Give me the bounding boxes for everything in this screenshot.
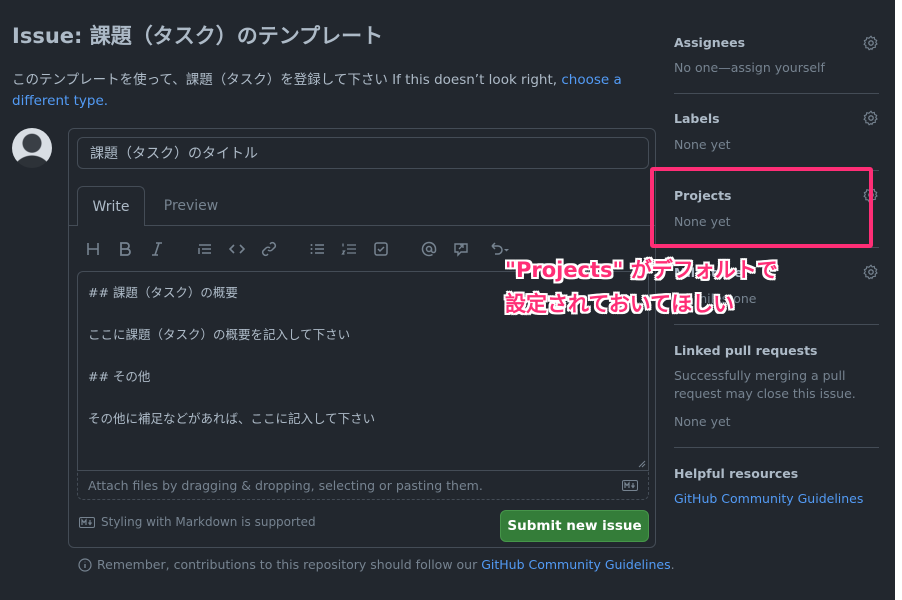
sidebar-divider — [674, 324, 879, 325]
italic-icon[interactable] — [145, 237, 169, 261]
markdown-supported-note: Styling with Markdown is supported — [79, 515, 316, 529]
link-icon[interactable] — [257, 237, 281, 261]
reference-icon[interactable] — [449, 237, 473, 261]
code-icon[interactable] — [225, 237, 249, 261]
linked-prs-description: Successfully merging a pull request may … — [674, 368, 856, 401]
linked-prs-value: None yet — [674, 414, 731, 429]
template-description: このテンプレートを使って、課題（タスク）を登録して下さい If this doe… — [12, 70, 662, 112]
assignees-heading[interactable]: Assignees — [674, 35, 745, 50]
attach-files-text: Attach files by dragging & dropping, sel… — [88, 477, 483, 493]
body-line — [88, 345, 638, 366]
sidebar-divider — [674, 93, 879, 94]
tab-preview[interactable]: Preview — [155, 186, 227, 226]
unordered-list-icon[interactable] — [305, 237, 329, 261]
window-edge — [895, 0, 902, 600]
avatar[interactable] — [12, 128, 52, 168]
labels-gear-icon[interactable] — [863, 110, 879, 126]
body-line: その他に補足などがあれば、ここに記入して下さい — [88, 411, 376, 426]
attach-files-area[interactable]: Attach files by dragging & dropping, sel… — [77, 470, 649, 500]
sidebar-divider — [674, 447, 879, 448]
contribution-reminder: Remember, contributions to this reposito… — [78, 557, 675, 572]
annotation-line: "Projects" がデフォルトで — [505, 258, 778, 282]
assignees-value[interactable]: No one—assign yourself — [674, 59, 825, 77]
issue-title-input[interactable] — [77, 137, 649, 169]
quote-icon[interactable] — [193, 237, 217, 261]
description-text: このテンプレートを使って、課題（タスク）を登録して下さい If this doe… — [12, 72, 562, 88]
body-line — [88, 387, 638, 408]
tab-write[interactable]: Write — [77, 186, 145, 226]
page-title: Issue: 課題（タスク）のテンプレート — [12, 24, 384, 48]
community-guidelines-sidebar-link[interactable]: GitHub Community Guidelines — [674, 490, 863, 508]
helpful-resources-heading: Helpful resources — [674, 466, 799, 481]
community-guidelines-link[interactable]: GitHub Community Guidelines — [481, 557, 670, 572]
labels-heading[interactable]: Labels — [674, 111, 720, 126]
mention-icon[interactable] — [417, 237, 441, 261]
bold-icon[interactable] — [113, 237, 137, 261]
annotation-line: 設定されておいてほしい — [505, 292, 735, 316]
milestone-gear-icon[interactable] — [863, 264, 879, 280]
projects-highlight-box — [650, 167, 873, 248]
body-line: ここに課題（タスク）の概要を記入して下さい — [88, 327, 351, 342]
markdown-icon — [622, 479, 638, 491]
markdown-note-text: Styling with Markdown is supported — [101, 515, 316, 529]
body-line: ## その他 — [88, 369, 151, 384]
resize-handle-icon[interactable] — [638, 460, 646, 468]
submit-new-issue-button[interactable]: Submit new issue — [500, 510, 649, 542]
task-list-icon[interactable] — [369, 237, 393, 261]
ordered-list-icon[interactable] — [337, 237, 361, 261]
heading-icon[interactable] — [81, 237, 105, 261]
linked-prs-heading: Linked pull requests — [674, 343, 818, 358]
assignees-gear-icon[interactable] — [863, 35, 879, 51]
info-icon — [78, 557, 92, 572]
issue-form-page: Issue: 課題（タスク）のテンプレート このテンプレートを使って、課題（タス… — [0, 0, 895, 600]
annotation-callout: "Projects" がデフォルトで 設定されておいてほしい — [505, 253, 778, 321]
reminder-text: Remember, contributions to this reposito… — [97, 557, 482, 572]
markdown-icon — [79, 516, 95, 528]
labels-value: None yet — [674, 137, 731, 152]
issue-editor: Write Preview — [68, 128, 656, 548]
